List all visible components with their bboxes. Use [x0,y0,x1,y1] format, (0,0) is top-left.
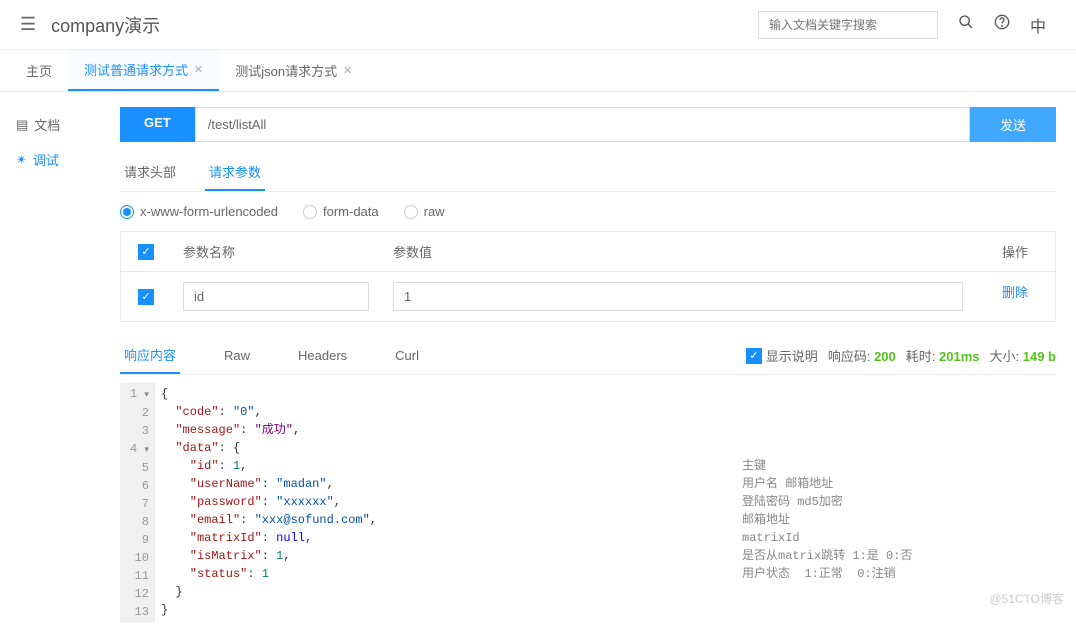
document-icon: ▤ [16,117,28,133]
url-input[interactable] [195,107,970,142]
table-row: ✓ 删除 [121,272,1055,321]
language-toggle[interactable]: 中 [1030,13,1046,37]
main-panel: GET 发送 请求头部 请求参数 x-www-form-urlencoded f… [100,92,1076,638]
tab-normal-request[interactable]: 测试普通请求方式✕ [68,50,219,91]
tab-resp-content[interactable]: 响应内容 [120,337,180,374]
size-label: 大小: 149 b [990,346,1057,365]
app-title: company演示 [51,12,758,38]
row-checkbox[interactable]: ✓ [138,289,154,305]
header: ☰ company演示 中 [0,0,1076,50]
sidebar-item-doc[interactable]: ▤文档 [0,107,100,142]
time-label: 耗时: 201ms [906,346,980,365]
bug-icon: ✴ [16,152,27,168]
param-name-input[interactable] [183,282,369,311]
tab-resp-headers[interactable]: Headers [294,340,351,371]
tab-resp-curl[interactable]: Curl [391,340,423,371]
line-gutter: 1 ▾234 ▾5678910111213 [120,383,155,623]
close-icon[interactable]: ✕ [343,64,352,77]
delete-row-link[interactable]: 删除 [1002,285,1028,300]
col-param-action: 操作 [975,232,1055,271]
tab-bar: 主页 测试普通请求方式✕ 测试json请求方式✕ [0,50,1076,92]
field-descriptions: 主键用户名 邮箱地址登陆密码 md5加密邮箱地址matrixId是否从matri… [736,383,1056,623]
search-icon[interactable] [958,14,974,35]
menu-toggle-icon[interactable]: ☰ [20,14,36,35]
help-icon[interactable] [994,14,1010,35]
http-method[interactable]: GET [120,107,195,142]
sidebar-item-debug[interactable]: ✴调试 [0,142,100,177]
sidebar: ▤文档 ✴调试 [0,92,100,638]
params-table: ✓ 参数名称 参数值 操作 ✓ 删除 [120,231,1056,322]
tab-home[interactable]: 主页 [10,50,68,91]
json-code[interactable]: { "code": "0", "message": "成功", "data": … [155,383,383,623]
radio-form-urlencoded[interactable]: x-www-form-urlencoded [120,204,278,219]
show-desc-checkbox[interactable]: ✓显示说明 [746,346,818,365]
col-param-value: 参数值 [381,232,975,271]
send-button[interactable]: 发送 [970,107,1056,142]
status-code-label: 响应码: 200 [828,346,896,365]
radio-raw[interactable]: raw [404,204,445,219]
close-icon[interactable]: ✕ [194,63,203,76]
radio-form-data[interactable]: form-data [303,204,379,219]
search-input[interactable] [758,11,938,39]
tab-json-request[interactable]: 测试json请求方式✕ [219,50,368,91]
tab-resp-raw[interactable]: Raw [220,340,254,371]
watermark: @51CTO博客 [989,590,1064,607]
response-body: 1 ▾234 ▾5678910111213 { "code": "0", "me… [120,383,1056,623]
col-param-name: 参数名称 [171,232,381,271]
select-all-checkbox[interactable]: ✓ [138,244,154,260]
tab-req-params[interactable]: 请求参数 [205,154,265,191]
param-value-input[interactable] [393,282,963,311]
tab-req-headers[interactable]: 请求头部 [120,154,180,191]
